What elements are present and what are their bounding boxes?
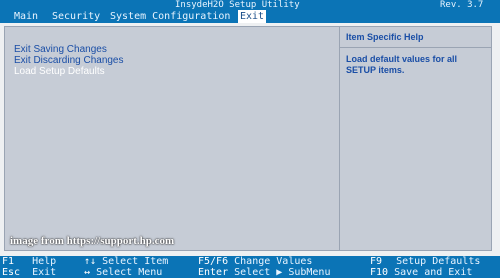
option-exit-saving-changes[interactable]: Exit Saving Changes [14, 44, 124, 55]
key-setup-defaults: F9 Setup Defaults [370, 256, 481, 267]
panel-divider [339, 27, 340, 250]
key-change-values: F5/F6 Change Values [198, 256, 313, 267]
help-title: Item Specific Help [340, 32, 492, 48]
key-esc-exit: Esc Exit [2, 267, 57, 278]
key-f1-help: F1 Help [2, 256, 57, 267]
menu-exit[interactable]: Exit [238, 10, 267, 23]
title-bar: InsydeH2O Setup Utility Rev. 3.7 [0, 0, 500, 10]
option-load-setup-defaults[interactable]: Load Setup Defaults [14, 66, 124, 77]
menu-bar: Main Security System Configuration Exit [0, 10, 500, 23]
revision-label: Rev. 3.7 [440, 0, 484, 10]
key-save-and-exit: F10 Save and Exit [370, 267, 473, 278]
key-select-item: ↑↓ Select Item [84, 256, 169, 267]
help-panel: Item Specific Help Load default values f… [340, 32, 492, 76]
watermark-text: image from https://support.hp.com [10, 235, 175, 247]
menu-main[interactable]: Main [12, 10, 40, 23]
help-text: Load default values for all SETUP items. [346, 54, 458, 75]
main-panel: Exit Saving Changes Exit Discarding Chan… [4, 26, 492, 251]
option-exit-discarding-changes[interactable]: Exit Discarding Changes [14, 55, 124, 66]
key-select-submenu: Enter Select ▶ SubMenu [198, 267, 331, 278]
utility-title: InsydeH2O Setup Utility [175, 0, 300, 10]
menu-system-configuration[interactable]: System Configuration [108, 10, 232, 23]
key-select-menu: ↔ Select Menu [84, 267, 163, 278]
menu-security[interactable]: Security [50, 10, 102, 23]
exit-options-list: Exit Saving Changes Exit Discarding Chan… [14, 44, 124, 77]
key-help-bar: F1 Help ↑↓ Select Item F5/F6 Change Valu… [0, 256, 500, 278]
